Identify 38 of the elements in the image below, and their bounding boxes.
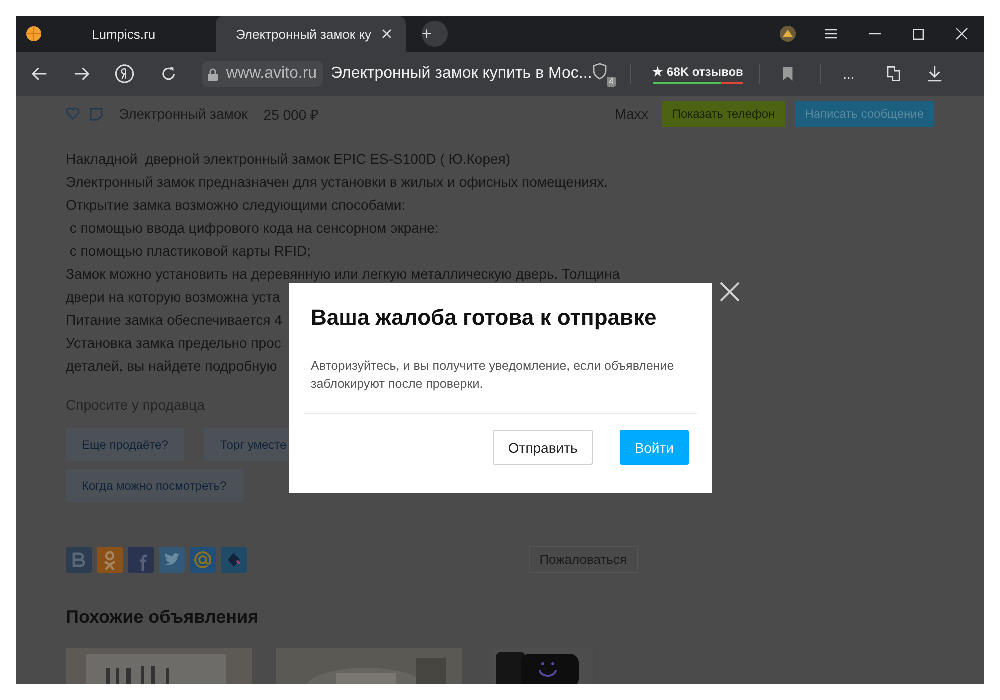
reload-icon[interactable] [160, 66, 176, 82]
page-title: Электронный замок купить в Мос... [331, 65, 592, 83]
plus-icon [422, 27, 432, 41]
login-button[interactable]: Войти [620, 430, 689, 465]
reviews-button[interactable]: ★ 68K отзывов [652, 64, 744, 84]
lock-icon [208, 68, 218, 80]
send-button[interactable]: Отправить [493, 430, 593, 465]
yandex-icon[interactable] [115, 64, 135, 84]
tab-title: Lumpics.ru [92, 26, 157, 42]
close-icon[interactable] [956, 28, 968, 40]
ok-icon[interactable] [97, 546, 123, 572]
new-tab-button[interactable] [422, 21, 448, 47]
menu-icon[interactable] [825, 29, 837, 39]
bookmark-icon[interactable] [782, 67, 794, 81]
question-chip[interactable]: Когда можно посмотреть? [66, 469, 243, 502]
more-button[interactable]: ... [843, 66, 855, 82]
similar-heading: Похожие объявления [66, 607, 260, 628]
minimize-icon[interactable] [869, 33, 881, 35]
maximize-icon[interactable] [913, 28, 924, 40]
browser-tab[interactable]: Электронный замок ку [216, 16, 406, 52]
dialog-title: Ваша жалоба готова к отправке [311, 305, 658, 331]
show-phone-button[interactable]: Показать телефон [662, 101, 786, 127]
forward-icon[interactable] [74, 67, 90, 81]
dialog-text: Авторизуйтесь, и вы получите уведомление, если объявление заблокируют после проверки. [311, 358, 676, 393]
browser-tab[interactable]: Lumpics.ru [26, 16, 216, 52]
extension-icon[interactable] [884, 65, 902, 83]
site-icon [26, 26, 42, 42]
message-button[interactable]: Написать сообщение [795, 101, 934, 127]
shield-badge: 4 [607, 77, 616, 87]
close-icon[interactable] [382, 29, 392, 39]
avatar-icon[interactable] [779, 25, 797, 43]
address-bar[interactable]: www.avito.ru [202, 61, 324, 87]
question-chip[interactable]: Еще продаёте? [66, 428, 184, 461]
back-icon[interactable] [32, 67, 48, 81]
domain-text: www.avito.ru [226, 65, 318, 83]
download-icon[interactable] [928, 66, 942, 82]
tab-title: Электронный замок ку [236, 26, 372, 42]
close-icon[interactable] [720, 282, 740, 302]
